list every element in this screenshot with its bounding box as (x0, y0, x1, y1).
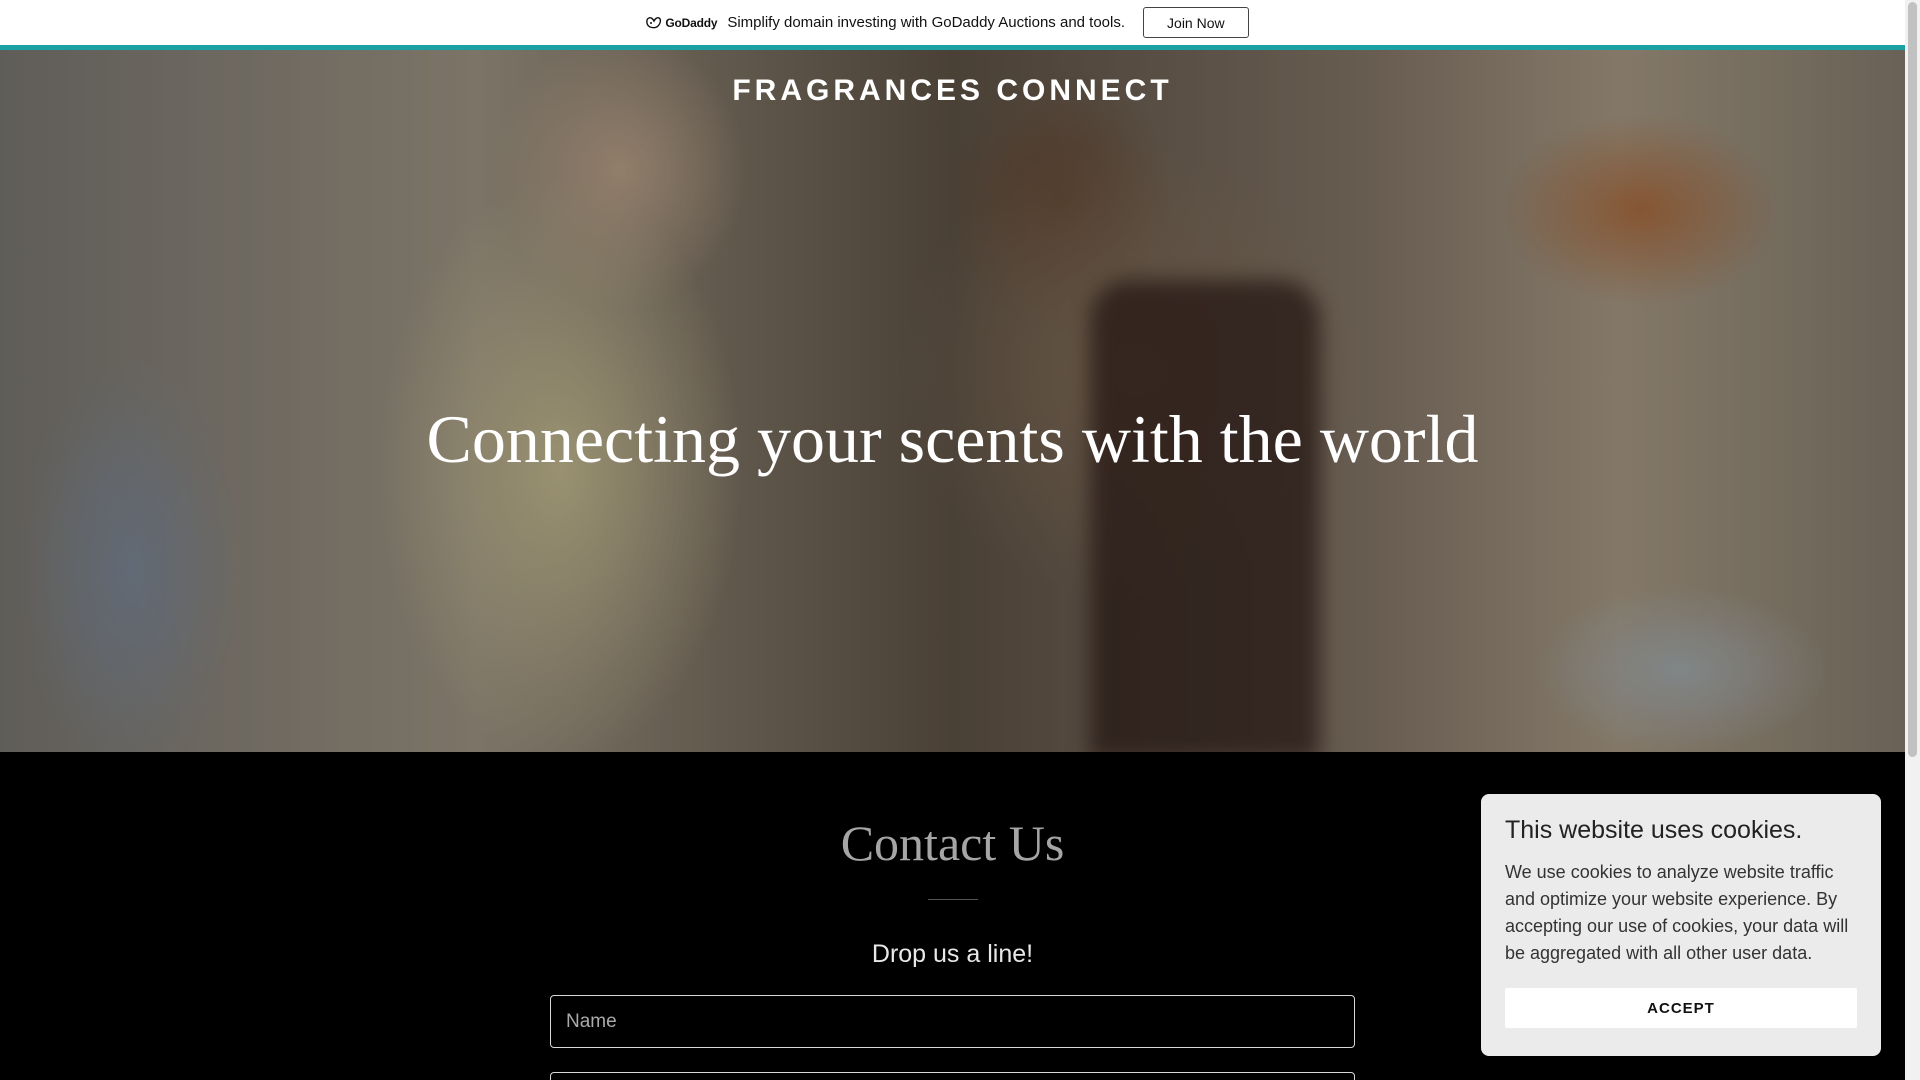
hero-heading: Connecting your scents with the world (426, 401, 1479, 477)
email-input[interactable] (550, 1072, 1355, 1080)
godaddy-logo-text: GoDaddy (665, 15, 718, 30)
godaddy-icon (646, 17, 662, 29)
name-input[interactable] (550, 995, 1355, 1048)
cookie-body: We use cookies to analyze website traffi… (1505, 862, 1849, 963)
page: GoDaddy Simplify domain investing with G… (0, 0, 1920, 1080)
vertical-scrollbar[interactable] (1905, 0, 1920, 1080)
cookie-banner: This website uses cookies. We use cookie… (1481, 794, 1881, 1056)
cookie-title: This website uses cookies. (1505, 816, 1803, 844)
section-divider (928, 899, 978, 900)
accept-cookies-button[interactable]: ACCEPT (1505, 988, 1857, 1028)
promo-bar: GoDaddy Simplify domain investing with G… (0, 0, 1905, 50)
site-title[interactable]: FRAGRANCES CONNECT (0, 74, 1905, 108)
promo-content: GoDaddy Simplify domain investing with G… (646, 7, 1249, 38)
scrollbar-thumb[interactable] (1908, 2, 1917, 757)
hero-section: FRAGRANCES CONNECT Connecting your scent… (0, 50, 1905, 752)
promo-message: Simplify domain investing with GoDaddy A… (727, 14, 1126, 31)
godaddy-logo: GoDaddy (646, 15, 718, 30)
join-now-button[interactable]: Join Now (1143, 7, 1249, 38)
